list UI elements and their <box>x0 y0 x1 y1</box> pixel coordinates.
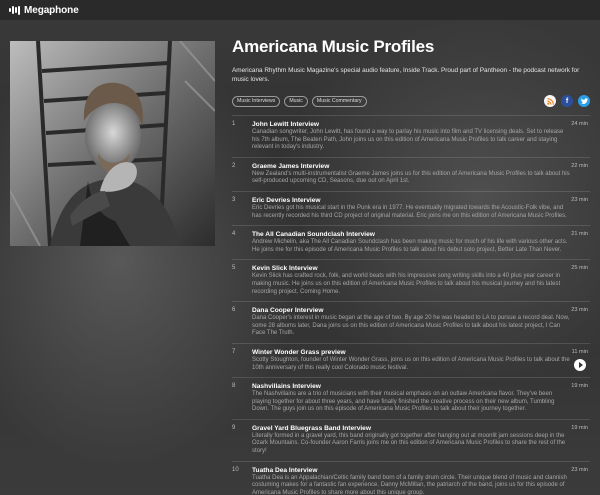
episode-row[interactable]: 10 Tuatha Dea Interview Tuatha Dea is an… <box>232 460 590 495</box>
episode-number: 6 <box>232 307 236 314</box>
episode-duration: 19 min <box>571 383 588 390</box>
episode-number: 4 <box>232 231 236 238</box>
episode-description: Kevin Slick has crafted rock, folk, and … <box>252 273 561 295</box>
episode-description: Andrew Michelin, aka The All Canadian So… <box>252 239 568 253</box>
episode-row[interactable]: 8 Nashvillains Interview The Nashvillain… <box>232 377 590 419</box>
episode-row[interactable]: 2 Graeme James Interview New Zealand's m… <box>232 156 590 191</box>
episode-title[interactable]: Graeme James Interview <box>252 162 572 171</box>
play-button[interactable] <box>574 358 586 371</box>
facebook-icon[interactable]: f <box>561 95 573 107</box>
podcast-description: Americana Rhythm Music Magazine's specia… <box>232 67 580 83</box>
episode-number: 8 <box>232 383 236 390</box>
episode-row[interactable]: 6 Dana Cooper Interview Dana Cooper's in… <box>232 301 590 343</box>
episode-row[interactable]: 1 John Lewitt Interview Canadian songwri… <box>232 115 590 157</box>
episode-description: Scotty Stoughton, founder of Winter Wond… <box>252 356 570 371</box>
episode-row[interactable]: 9 Gravel Yard Bluegrass Band Interview L… <box>232 418 590 461</box>
episode-description: Canadian songwriter, John Lewitt, has fo… <box>252 129 564 151</box>
episode-duration: 21 min <box>571 231 588 238</box>
episode-duration: 23 min <box>571 307 588 314</box>
podcast-cover-art <box>10 41 215 246</box>
tags-row: Music Interviews Music Music Commentary … <box>232 94 590 108</box>
episode-duration: 19 min <box>571 424 588 431</box>
episode-description: Dana Cooper's interest in music began at… <box>252 315 570 337</box>
episode-number: 9 <box>232 424 236 431</box>
episode-duration: 11 min <box>571 348 588 355</box>
episode-list: 1 John Lewitt Interview Canadian songwri… <box>232 115 590 495</box>
episode-title[interactable]: Tuatha Dea Interview <box>252 466 572 475</box>
episode-number: 3 <box>232 196 236 203</box>
play-icon <box>578 361 583 368</box>
episode-number: 10 <box>232 466 239 473</box>
episode-duration: 25 min <box>571 265 588 272</box>
twitter-icon[interactable] <box>578 95 590 107</box>
episode-description: Eric Devries got his musical start in th… <box>252 204 567 219</box>
episode-number: 5 <box>232 265 236 272</box>
episode-title[interactable]: Winter Wonder Grass preview <box>252 348 572 357</box>
episode-title[interactable]: The All Canadian Soundclash Interview <box>252 230 572 239</box>
episode-description: Literally formed in a gravel yard, this … <box>252 432 566 455</box>
episode-duration: 23 min <box>571 466 588 473</box>
episode-row[interactable]: 4 The All Canadian Soundclash Interview … <box>232 225 590 259</box>
tag-music[interactable]: Music <box>284 95 308 107</box>
episode-description: New Zealand's multi-instrumentalist Grae… <box>252 170 570 185</box>
episode-title[interactable]: Eric Devries Interview <box>252 196 572 205</box>
social-links: f <box>544 95 590 107</box>
episode-description: The Nashvillains are a trio of musicians… <box>252 391 555 413</box>
megaphone-logo-icon <box>9 5 20 15</box>
podcast-title: Americana Music Profiles <box>232 37 435 56</box>
episode-title[interactable]: John Lewitt Interview <box>252 120 572 129</box>
podcast-details: Americana Music Profiles Americana Rhyth… <box>232 36 590 495</box>
episode-row[interactable]: 7 Winter Wonder Grass preview Scotty Sto… <box>232 342 590 377</box>
episode-row[interactable]: 3 Eric Devries Interview Eric Devries go… <box>232 190 590 225</box>
episode-description: Tuatha Dea is an Appalachian/Celtic fami… <box>252 474 567 495</box>
episode-title[interactable]: Dana Cooper Interview <box>252 306 572 315</box>
episode-title[interactable]: Kevin Slick Interview <box>252 264 572 273</box>
brand-name: Megaphone <box>24 4 79 16</box>
episode-title[interactable]: Nashvillains Interview <box>252 382 572 391</box>
episode-duration: 24 min <box>571 121 588 127</box>
episode-duration: 22 min <box>571 162 588 169</box>
rss-icon[interactable] <box>544 95 556 107</box>
episode-row[interactable]: 5 Kevin Slick Interview Kevin Slick has … <box>232 259 590 301</box>
tag-music-commentary[interactable]: Music Commentary <box>311 95 367 107</box>
tag-music-interviews[interactable]: Music Interviews <box>232 95 281 107</box>
episode-number: 1 <box>232 121 236 127</box>
episode-number: 2 <box>232 162 236 169</box>
header-bar: Megaphone <box>0 0 600 20</box>
episode-duration: 23 min <box>571 196 588 203</box>
episode-number: 7 <box>232 348 236 355</box>
episode-title[interactable]: Gravel Yard Bluegrass Band Interview <box>252 424 572 433</box>
